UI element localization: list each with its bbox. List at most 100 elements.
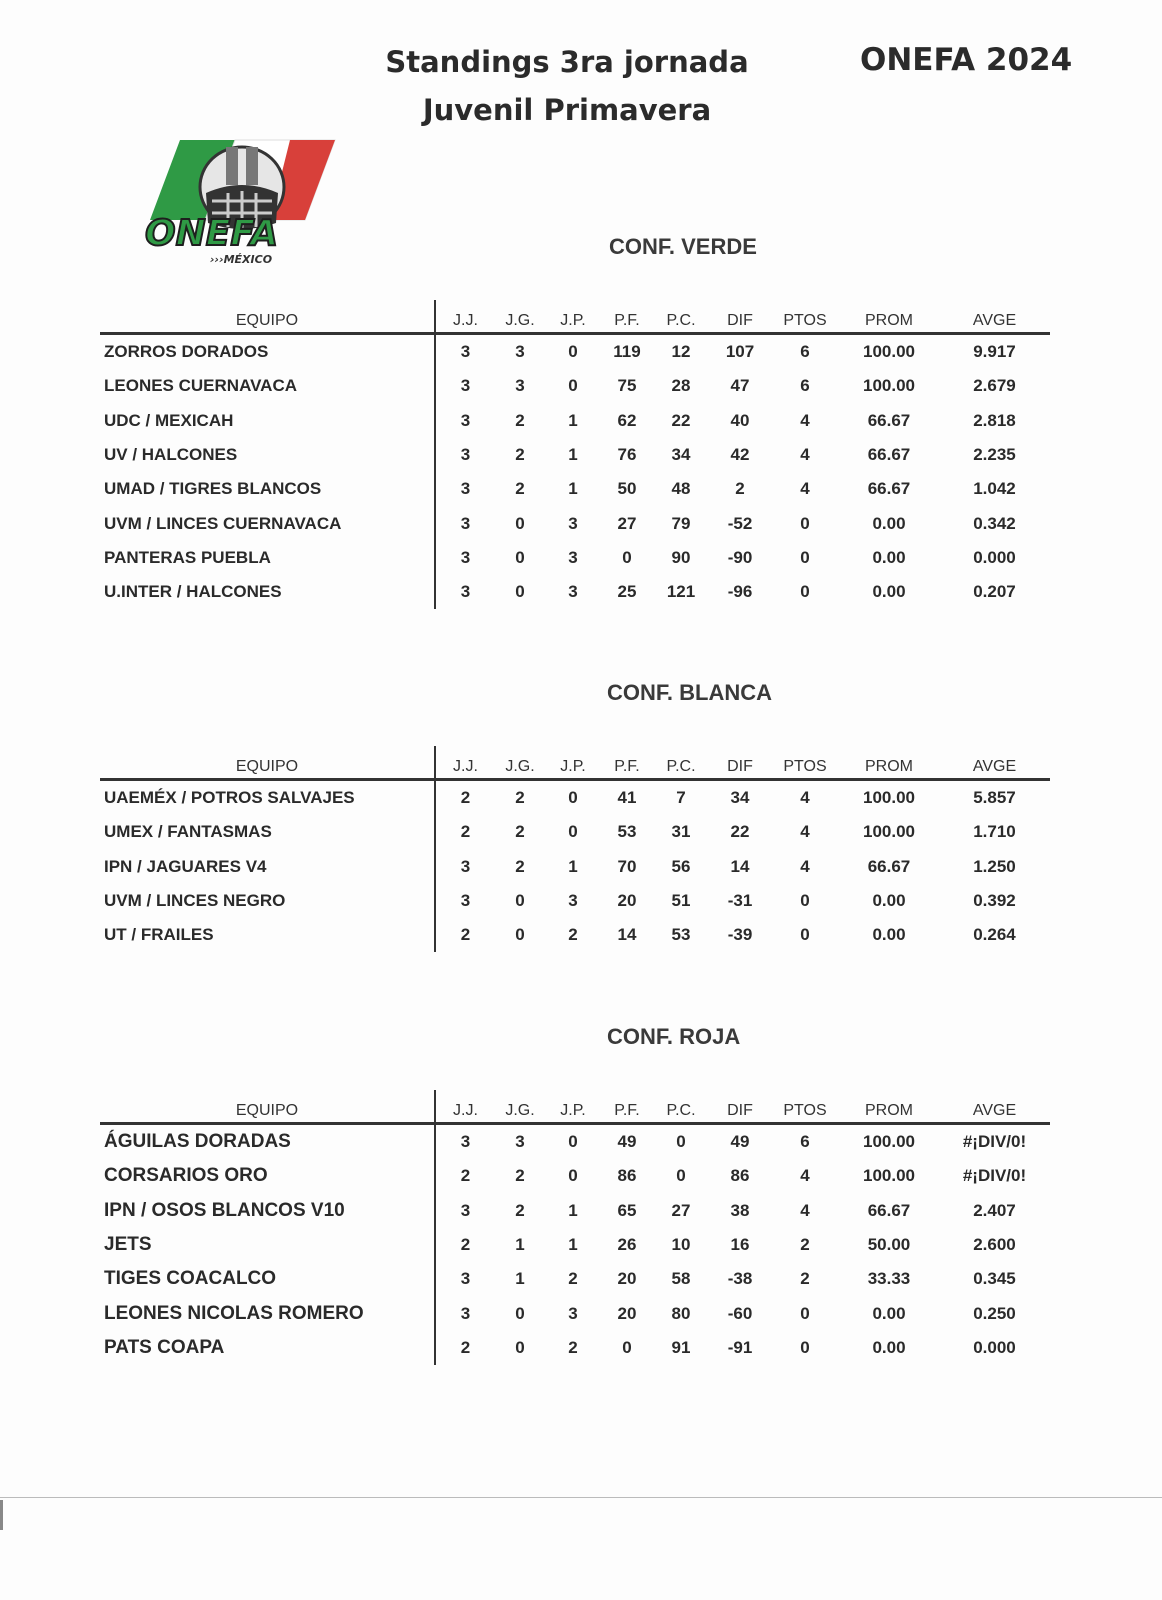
stat-jg: 3 <box>515 376 525 396</box>
stat-jj: 3 <box>434 472 495 507</box>
stat-jj: 3 <box>434 1296 495 1331</box>
column-header-ptos: PTOS <box>771 746 839 781</box>
onefa-logo-graphic: ONEFA ›››MÉXICO <box>144 139 336 266</box>
stat-pf: 50 <box>617 479 637 499</box>
stat-dif: 107 <box>725 342 755 362</box>
column-header-avge: AVGE <box>939 746 1050 781</box>
stat-ptos: 6 <box>800 342 810 362</box>
stat-jp: 0 <box>568 1132 578 1152</box>
stat-jp: 1 <box>568 410 578 430</box>
stat-ptos: 2 <box>800 1235 810 1255</box>
stat-jj: 3 <box>434 1262 495 1297</box>
stat-prom: 66.67 <box>867 479 911 499</box>
logo-subtitle: ›››MÉXICO <box>210 253 272 266</box>
stat-ptos: 2 <box>800 1269 810 1289</box>
stat-jp: 2 <box>568 1337 578 1357</box>
stat-pf: 119 <box>613 342 641 362</box>
stat-pc: 31 <box>671 822 691 842</box>
stat-pc: 0 <box>676 1132 686 1152</box>
stat-pf: 20 <box>617 891 637 911</box>
stat-jp: 3 <box>568 547 578 567</box>
stat-dif: -60 <box>727 1303 753 1323</box>
stat-avge: 0.264 <box>973 925 1016 945</box>
stat-jg: 2 <box>515 445 525 465</box>
team-name: ZORROS DORADOS <box>104 342 269 362</box>
team-name: UT / FRAILES <box>104 925 214 945</box>
table-row: PANTERAS PUEBLA 3 0 3 0 90 -90 0 0.00 0.000 <box>100 540 1050 576</box>
stat-dif: -90 <box>727 547 753 567</box>
stat-pf: 65 <box>617 1200 637 1220</box>
stat-pc: 34 <box>671 445 691 465</box>
conf-verde-title: CONF. VERDE <box>609 234 757 259</box>
table-row: ZORROS DORADOS 3 3 0 119 12 107 6 100.00 9.917 <box>100 333 1050 370</box>
table-row: UV / HALCONES 3 2 1 76 34 42 4 66.67 2.235 <box>100 437 1050 473</box>
stat-jp: 0 <box>568 1166 578 1186</box>
stat-avge: 2.407 <box>973 1200 1016 1220</box>
stat-pc: 48 <box>671 479 691 499</box>
stat-dif: 40 <box>730 410 750 430</box>
onefa-logo: ONEFA ›››MÉXICO <box>140 135 350 273</box>
stat-avge: 0.207 <box>973 582 1016 602</box>
conf-roja-table: EQUIPO J.J. J.G. J.P. P.F. P.C. DIF PTOS PROM AVG… <box>100 1090 1050 1366</box>
stat-jj: 2 <box>434 1159 495 1194</box>
stat-dif: 2 <box>735 479 745 499</box>
stat-jg: 0 <box>515 513 525 533</box>
stat-prom: 66.67 <box>867 856 911 876</box>
stat-jj: 3 <box>434 849 495 884</box>
stat-pf: 62 <box>617 410 637 430</box>
stat-jp: 1 <box>568 479 578 499</box>
stat-ptos: 4 <box>800 788 810 808</box>
stat-avge: 2.235 <box>973 445 1016 465</box>
stat-avge: 0.000 <box>973 547 1016 567</box>
scan-edge-line <box>0 1497 1162 1498</box>
table-row: UVM / LINCES NEGRO 3 0 3 20 51 -31 0 0.00 0.392 <box>100 883 1050 919</box>
stat-jj: 3 <box>434 540 495 576</box>
column-header-pf: P.F. <box>601 1090 653 1125</box>
stat-avge: 5.857 <box>973 788 1016 808</box>
stat-jg: 2 <box>515 1200 525 1220</box>
stat-prom: 100.00 <box>863 1132 915 1152</box>
team-name: UMAD / TIGRES BLANCOS <box>104 479 322 499</box>
stat-pf: 75 <box>617 376 637 396</box>
stat-ptos: 0 <box>800 513 810 533</box>
stat-dif: 47 <box>730 376 750 396</box>
stat-pc: 27 <box>671 1200 691 1220</box>
stat-jg: 3 <box>515 342 525 362</box>
team-name: PANTERAS PUEBLA <box>104 547 271 567</box>
table-row: IPN / OSOS BLANCOS V10 3 2 1 65 27 38 4 66.67 2.4… <box>100 1193 1050 1228</box>
stat-jp: 0 <box>568 788 578 808</box>
page-title: Standings 3ra jornada Juvenil Primavera <box>372 38 762 134</box>
stat-pc: 79 <box>671 513 691 533</box>
team-name: UVM / LINCES CUERNAVACA <box>104 513 342 533</box>
table-row: JETS 2 1 1 26 10 16 2 50.00 2.600 <box>100 1227 1050 1263</box>
stat-dif: 49 <box>730 1132 750 1152</box>
stat-jg: 2 <box>515 788 525 808</box>
stat-dif: 34 <box>730 788 750 808</box>
stat-dif: 22 <box>730 822 750 842</box>
stat-jg: 0 <box>515 547 525 567</box>
column-header-prom: PROM <box>839 746 939 781</box>
stat-ptos: 0 <box>800 582 810 602</box>
table-row: IPN / JAGUARES V4 3 2 1 70 56 14 4 66.67 1.250 <box>100 849 1050 884</box>
team-name: UV / HALCONES <box>104 445 238 465</box>
team-name: JETS <box>104 1234 152 1256</box>
stat-ptos: 0 <box>800 891 810 911</box>
column-header-jp: J.P. <box>545 1090 601 1125</box>
stat-prom: 100.00 <box>863 1166 915 1186</box>
stat-jj: 2 <box>434 918 495 953</box>
stat-dif: 16 <box>730 1235 750 1255</box>
stat-jp: 2 <box>568 925 578 945</box>
stat-avge: #¡DIV/0! <box>962 1166 1027 1186</box>
stat-ptos: 4 <box>800 479 810 499</box>
column-header-jg: J.G. <box>495 746 545 781</box>
title-line-1: Standings 3ra jornada <box>385 45 749 79</box>
stat-ptos: 4 <box>800 856 810 876</box>
stat-pf: 25 <box>617 582 637 602</box>
team-name: LEONES CUERNAVACA <box>104 376 297 396</box>
stat-pf: 49 <box>617 1132 637 1152</box>
stat-avge: 0.392 <box>973 891 1016 911</box>
table-row: UMEX / FANTASMAS 2 2 0 53 31 22 4 100.00 1.710 <box>100 815 1050 850</box>
column-header-pc: P.C. <box>653 746 709 781</box>
team-name: UMEX / FANTASMAS <box>104 822 272 842</box>
stat-jp: 1 <box>568 445 578 465</box>
